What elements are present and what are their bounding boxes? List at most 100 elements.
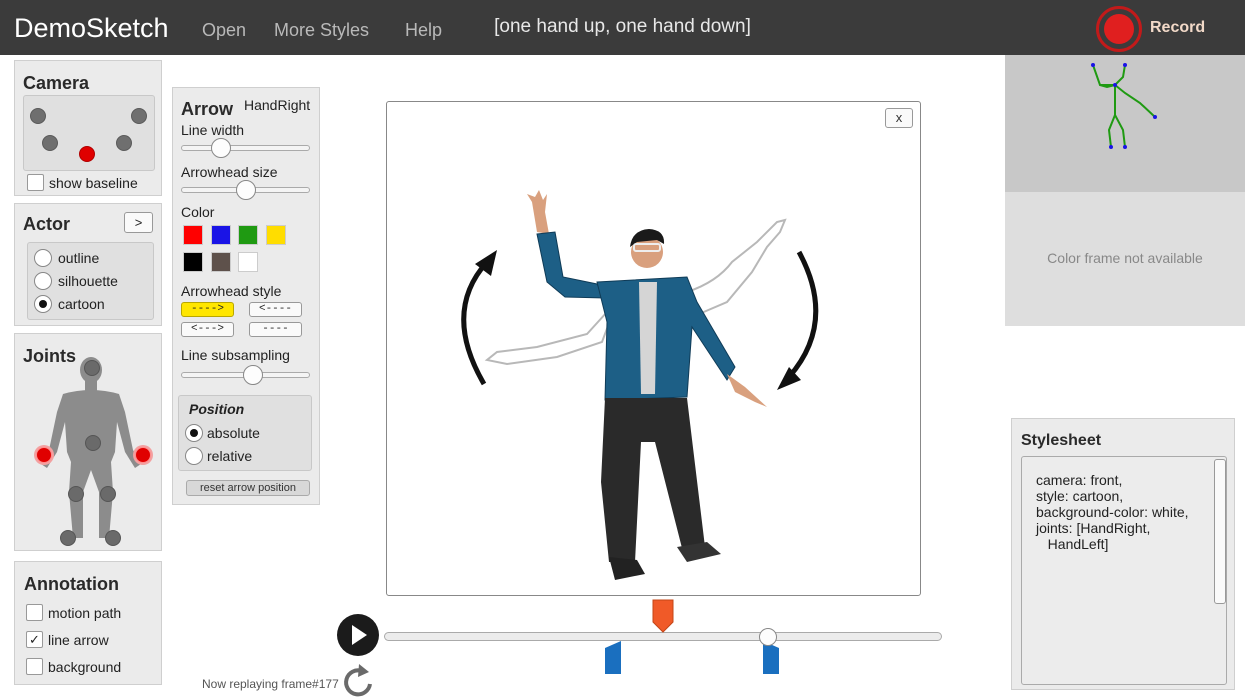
arrow-target-label: HandRight [244, 97, 311, 113]
joint-knee-left[interactable] [100, 486, 116, 502]
stylesheet-content[interactable]: camera: front, style: cartoon, backgroun… [1036, 472, 1189, 552]
skeleton-view [1005, 55, 1245, 192]
menu-help[interactable]: Help [405, 20, 442, 41]
camera-title: Camera [23, 73, 90, 93]
joint-spine[interactable] [85, 435, 101, 451]
arrowhead-style-label: Arrowhead style [181, 283, 282, 299]
replay-status: Now replaying frame#177 [202, 677, 339, 691]
color-swatch-red[interactable] [183, 225, 203, 245]
color-swatch-white[interactable] [238, 252, 258, 272]
arrow-panel: Arrow HandRight Line width Arrowhead siz… [172, 87, 320, 505]
line-width-label: Line width [181, 122, 245, 138]
line-width-slider-knob[interactable] [211, 138, 231, 158]
joint-knee-right[interactable] [68, 486, 84, 502]
actor-title: Actor [23, 214, 71, 234]
joint-foot-right[interactable] [60, 530, 76, 546]
color-label: Color [181, 204, 215, 220]
menu-more-styles[interactable]: More Styles [274, 20, 369, 41]
actor-silhouette-label: silhouette [58, 273, 118, 289]
play-button[interactable] [337, 614, 379, 656]
camera-position-1[interactable] [30, 108, 46, 124]
arrow-right-path [787, 250, 819, 379]
camera-position-4[interactable] [116, 135, 132, 151]
replay-icon[interactable] [340, 662, 378, 700]
line-subsampling-slider-knob[interactable] [243, 365, 263, 385]
color-swatch-green[interactable] [238, 225, 258, 245]
joint-hand-left[interactable] [135, 447, 151, 463]
arrow-left-path [461, 260, 489, 386]
show-baseline-checkbox[interactable] [27, 174, 44, 191]
actor-cartoon-label: cartoon [58, 296, 105, 312]
timeline-scrubber[interactable] [384, 632, 942, 641]
color-swatch-brown[interactable] [211, 252, 231, 272]
actor-outline-label: outline [58, 250, 100, 266]
cartoon-actor [527, 190, 767, 580]
camera-position-3[interactable] [79, 146, 95, 162]
color-swatch-black[interactable] [183, 252, 203, 272]
actor-silhouette-radio[interactable] [34, 272, 52, 290]
record-label[interactable]: Record [1150, 19, 1205, 37]
annotation-title: Annotation [24, 574, 119, 594]
stylesheet-editor[interactable]: camera: front, style: cartoon, backgroun… [1021, 456, 1227, 685]
actor-expand-button[interactable]: > [124, 212, 153, 233]
color-swatch-blue[interactable] [211, 225, 231, 245]
position-relative-label: relative [207, 448, 253, 464]
actor-outline-radio[interactable] [34, 249, 52, 267]
reset-arrow-position-button[interactable]: reset arrow position [186, 480, 310, 496]
line-subsampling-label: Line subsampling [181, 347, 290, 363]
record-dot-icon [1104, 14, 1134, 44]
app-title: DemoSketch [14, 13, 169, 43]
position-absolute-radio[interactable] [185, 424, 203, 442]
position-title: Position [189, 401, 245, 417]
menu-open[interactable]: Open [202, 20, 246, 41]
arrow-title: Arrow [181, 99, 234, 119]
skeleton-figure-icon [1091, 63, 1157, 149]
joints-panel: Joints [14, 333, 162, 551]
show-baseline-label: show baseline [49, 175, 138, 191]
actor-style-group: outline silhouette cartoon [27, 242, 154, 320]
line-width-slider[interactable] [181, 145, 310, 151]
line-arrow-label: line arrow [48, 632, 109, 648]
preview-canvas[interactable]: x [386, 101, 921, 596]
line-arrow-checkbox[interactable]: ✓ [26, 631, 43, 648]
background-checkbox[interactable] [26, 658, 43, 675]
top-bar: DemoSketch Open More Styles Help [one ha… [0, 0, 1245, 55]
stylesheet-scrollbar[interactable] [1214, 459, 1226, 604]
background-label: background [48, 659, 122, 675]
joint-foot-left[interactable] [105, 530, 121, 546]
arrowhead-size-label: Arrowhead size [181, 164, 278, 180]
camera-position-5[interactable] [131, 108, 147, 124]
position-group: Position absolute relative [178, 395, 312, 471]
motion-path-label: motion path [48, 605, 122, 621]
color-swatch-yellow[interactable] [266, 225, 286, 245]
arrowhead-style-both[interactable]: <---> [181, 322, 234, 337]
range-start-marker-icon[interactable] [604, 641, 622, 675]
camera-panel: Camera show baseline [14, 60, 162, 196]
record-button[interactable] [1096, 6, 1142, 52]
actor-panel: Actor > outline silhouette cartoon [14, 203, 162, 326]
actor-illustration [461, 190, 819, 580]
color-frame-message: Color frame not available [1047, 250, 1203, 266]
current-frame-marker-icon[interactable] [652, 599, 674, 633]
ghost-arm-right-outline [686, 218, 787, 318]
camera-position-2[interactable] [42, 135, 58, 151]
play-icon [352, 625, 367, 645]
color-frame-view: Color frame not available [1005, 192, 1245, 326]
timeline-playhead-knob[interactable] [759, 628, 777, 646]
annotation-panel: Annotation motion path ✓ line arrow back… [14, 561, 162, 685]
arrowhead-size-slider-knob[interactable] [236, 180, 256, 200]
arrowhead-style-right[interactable]: ----> [181, 302, 234, 317]
joint-hand-right[interactable] [36, 447, 52, 463]
actor-cartoon-radio[interactable] [34, 295, 52, 313]
camera-selector [23, 95, 155, 171]
arrowhead-style-none[interactable]: ---- [249, 322, 302, 337]
motion-path-checkbox[interactable] [26, 604, 43, 621]
joint-head[interactable] [84, 360, 100, 376]
range-end-marker-icon[interactable] [762, 641, 780, 675]
stylesheet-title: Stylesheet [1021, 432, 1102, 449]
arrowhead-style-left[interactable]: <---- [249, 302, 302, 317]
gesture-caption: [one hand up, one hand down] [494, 16, 751, 37]
ghost-arm-left-outline [484, 301, 618, 366]
position-absolute-label: absolute [207, 425, 260, 441]
position-relative-radio[interactable] [185, 447, 203, 465]
